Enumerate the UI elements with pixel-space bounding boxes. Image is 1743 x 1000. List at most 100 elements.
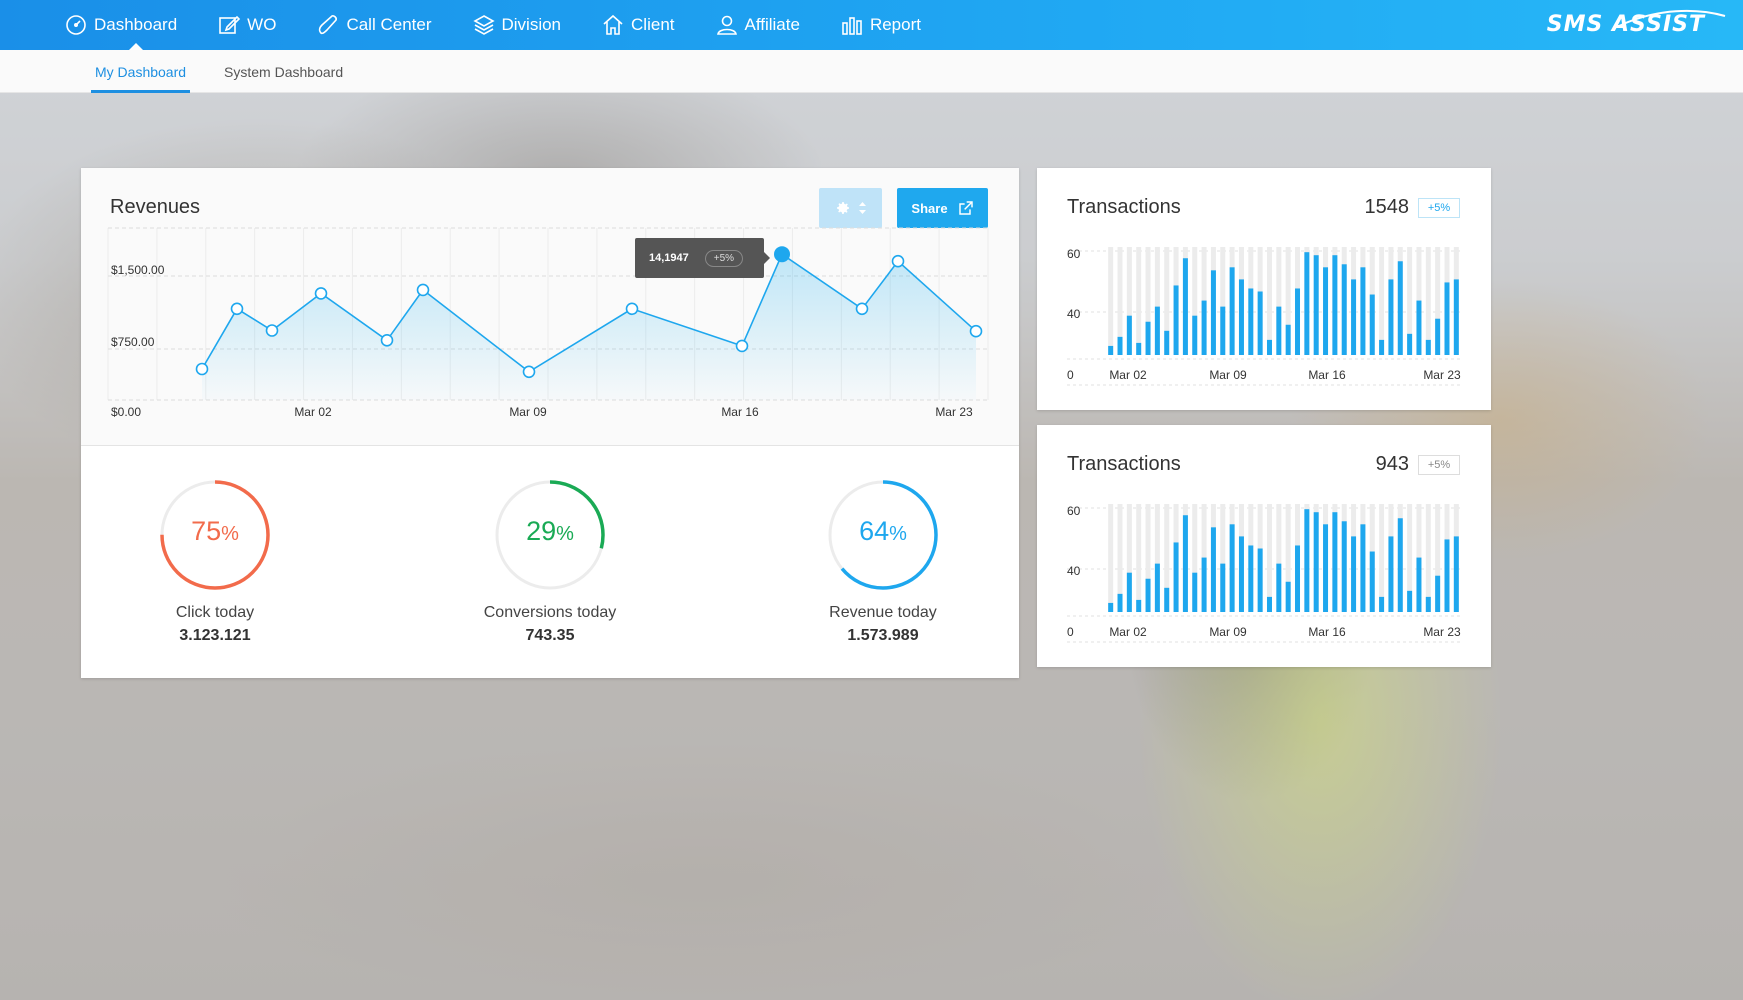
transaction-bar [1220, 306, 1226, 355]
transaction-bar [1117, 336, 1123, 355]
transaction-bar [1416, 300, 1422, 355]
tooltip-change-badge: +5% [704, 249, 744, 267]
revenue-point [735, 339, 749, 353]
transaction-bar [1257, 291, 1263, 355]
sub-nav: My Dashboard System Dashboard [0, 50, 1743, 93]
bar-background [1379, 504, 1385, 612]
transaction-bar [1425, 339, 1431, 355]
nav-label: Affiliate [744, 15, 800, 34]
transaction-bar [1323, 267, 1329, 355]
x-tick-label: Mar 16 [1308, 368, 1346, 382]
tooltip-value: 14,1947 [649, 252, 689, 264]
revenues-line-chart: $0.00 $750.00 $1,500.00 Mar 02 Mar 09 Mar 16 M… [107, 227, 989, 419]
nav-client[interactable]: Client [601, 0, 675, 50]
revenue-point [522, 365, 536, 379]
transaction-bar [1164, 330, 1170, 355]
transaction-bar [1425, 596, 1431, 612]
gauge-label: Revenue today [829, 604, 937, 621]
bar-background [1266, 247, 1272, 355]
bar-background [1379, 247, 1385, 355]
revenue-point [625, 302, 639, 316]
transaction-bar [1285, 581, 1291, 612]
y-tick-label: 60 [1067, 247, 1081, 261]
nav-call-center[interactable]: Call Center [316, 0, 432, 50]
gauge-label: Click today [175, 604, 255, 621]
transactions-card-2: Transactions 943 +5% 0 40 60 Mar 02 Mar 09 Ma… [1037, 425, 1491, 667]
transaction-bar [1266, 339, 1272, 355]
chart-tooltip: 14,1947 +5% [635, 238, 770, 278]
gauge-percent: 64% [859, 516, 907, 546]
transaction-bar [1444, 282, 1450, 355]
nav-report[interactable]: Report [840, 0, 921, 50]
nav-division[interactable]: Division [472, 0, 562, 50]
transaction-bar [1126, 572, 1132, 612]
transaction-bar [1341, 264, 1347, 355]
revenue-point [969, 324, 983, 338]
x-tick-label: Mar 09 [1209, 368, 1247, 382]
bar-background [1266, 504, 1272, 612]
revenue-point [314, 287, 328, 300]
transaction-bar [1145, 578, 1151, 612]
transaction-bar [1210, 270, 1216, 355]
nav-wo[interactable]: WO [217, 0, 276, 50]
transactions-bar-chart: 0 40 60 Mar 02 Mar 09 Mar 16 Mar 23 [1067, 504, 1461, 643]
gauge-value: 743.35 [525, 627, 575, 644]
transactions-bar-chart: 0 40 60 Mar 02 Mar 09 Mar 16 Mar 23 [1067, 247, 1461, 386]
transaction-bar [1407, 590, 1413, 612]
transaction-bar [1416, 557, 1422, 612]
transaction-bar [1210, 527, 1216, 612]
tab-my-dashboard[interactable]: My Dashboard [91, 50, 191, 93]
revenue-point [265, 324, 279, 337]
gauge-percent: 29% [526, 516, 574, 546]
revenue-point [855, 302, 869, 316]
nav-dashboard[interactable]: Dashboard [64, 0, 177, 50]
brand-logo[interactable]: SMS ASSIST [1547, 9, 1726, 37]
revenues-chart-panel: Revenues Share $0.00 $750.00 $1,500.00 Mar … [81, 168, 1019, 446]
nav-label: Client [631, 15, 675, 34]
tab-system-dashboard[interactable]: System Dashboard [220, 50, 347, 92]
y-tick-label: $1,500.00 [111, 263, 165, 277]
bar-background [1136, 247, 1142, 355]
x-tick-label: Mar 16 [1308, 625, 1346, 639]
transaction-bar [1453, 279, 1459, 355]
transaction-bar [1435, 575, 1441, 612]
nav-label: Division [501, 15, 562, 34]
transaction-bar [1360, 267, 1366, 355]
gauge-label: Conversions today [483, 604, 617, 621]
transaction-bar [1266, 596, 1272, 612]
gauge-value: 3.123.121 [179, 627, 251, 644]
transaction-bar [1238, 279, 1244, 355]
gauge-revenue-today: 64% Revenue today 1.573.989 [783, 478, 983, 645]
transaction-bar [1117, 593, 1123, 612]
y-tick-label: 0 [1067, 368, 1074, 382]
bar-chart-icon [842, 17, 862, 35]
x-tick-label: Mar 23 [1423, 368, 1461, 382]
gauge-click-today: 75% Click today 3.123.121 [115, 478, 315, 645]
transaction-bar [1388, 536, 1394, 612]
transaction-bar [1257, 548, 1263, 612]
y-tick-label: 40 [1067, 564, 1081, 578]
transaction-bar [1108, 602, 1114, 612]
transaction-bar [1136, 342, 1142, 355]
transaction-bar [1295, 545, 1301, 612]
nav-affiliate[interactable]: Affiliate [715, 0, 800, 50]
transaction-bar [1220, 563, 1226, 612]
transaction-bar [1136, 599, 1142, 612]
revenue-point [195, 362, 209, 376]
revenue-point [380, 334, 394, 347]
x-tick-label: Mar 09 [1209, 625, 1247, 639]
y-tick-label: 0 [1067, 625, 1074, 639]
transaction-bar [1435, 318, 1441, 355]
transaction-bar [1444, 539, 1450, 612]
user-icon [716, 15, 737, 35]
revenue-point-highlight [774, 246, 790, 263]
transaction-bar [1229, 267, 1235, 355]
transaction-bar [1304, 509, 1310, 612]
transaction-bar [1332, 255, 1338, 355]
transaction-bar [1238, 536, 1244, 612]
revenue-point [891, 254, 905, 268]
gauge-value: 1.573.989 [847, 627, 919, 644]
revenue-point [230, 302, 244, 316]
transaction-bar [1154, 563, 1160, 612]
bar-background [1108, 504, 1114, 612]
